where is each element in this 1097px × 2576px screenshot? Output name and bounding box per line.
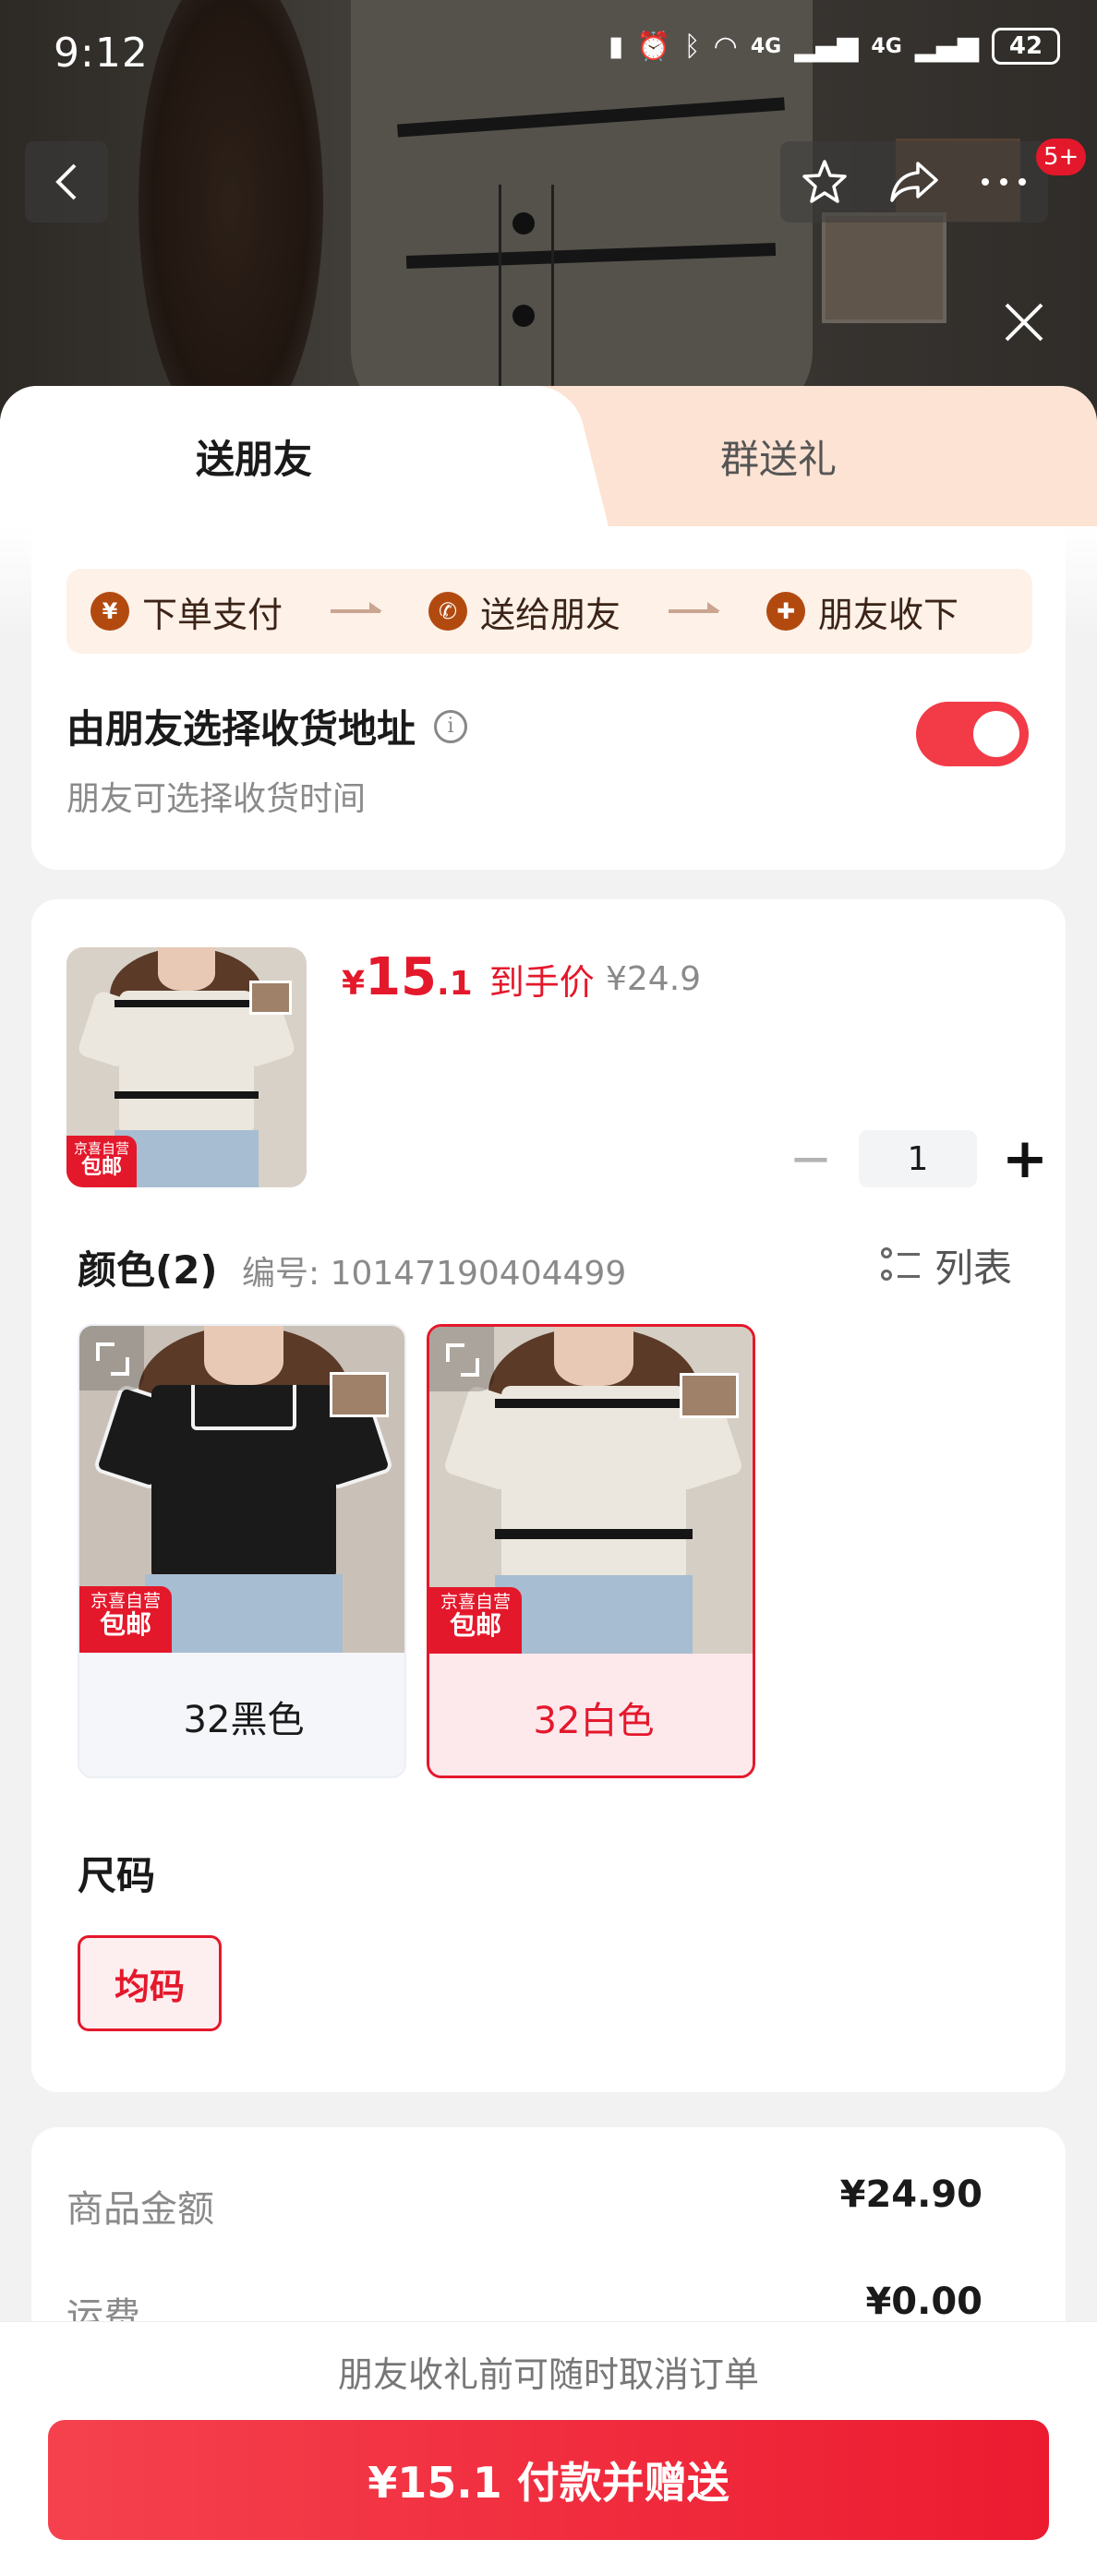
product-card: 京喜自营 包邮 ¥ 15 .1 到手价 ¥24.9 − 1 + 颜色(2) 编号…: [31, 899, 1066, 2092]
tag-bottom: 包邮: [449, 1609, 501, 1641]
friend-address-toggle[interactable]: [916, 702, 1029, 766]
pay-and-gift-button[interactable]: ¥15.1 付款并赠送: [48, 2420, 1049, 2540]
status-bar: 9:12 ▮ ⏰ ᛒ ◠ 4G ▂▄▆ 4G ▂▄▆ 42: [0, 0, 1097, 102]
tag-bottom: 包邮: [99, 1608, 151, 1640]
gift-sheet: 送朋友 群送礼 ¥ 下单支付 ✆ 送给朋友 ✚ 朋友收下 由朋友选择收货地址 i…: [0, 386, 1097, 2576]
price-label: 到手价: [488, 962, 595, 1003]
price-row: ¥ 15 .1 到手价: [342, 947, 595, 1007]
back-button[interactable]: [25, 141, 108, 223]
signal-bars-icon: ▂▄▆: [914, 30, 979, 63]
tab-label: 送朋友: [196, 436, 313, 482]
signal-1: 4G: [750, 34, 782, 58]
tab-label: 群送礼: [720, 436, 838, 482]
price-currency: ¥: [342, 965, 366, 1003]
flow-step-receive: ✚ 朋友收下: [766, 586, 958, 637]
flow-step-label: 朋友收下: [818, 594, 959, 635]
flow-step-label: 送给朋友: [480, 594, 621, 635]
list-view-label: 列表: [934, 1246, 1013, 1291]
star-icon[interactable]: [801, 158, 849, 206]
toggle-knob: [973, 711, 1019, 757]
gift-flow-steps: ¥ 下单支付 ✆ 送给朋友 ✚ 朋友收下: [66, 569, 1032, 654]
tag-top: 京喜自营: [90, 1591, 161, 1611]
gift-icon: ✚: [766, 592, 806, 631]
color-title: 颜色(2): [78, 1247, 218, 1293]
goods-amount-label: 商品金额: [66, 2188, 214, 2231]
signal-bars-icon: ▂▄▆: [794, 30, 859, 63]
tag-bottom: 包邮: [80, 1155, 122, 1179]
gift-options-card: ¥ 下单支付 ✆ 送给朋友 ✚ 朋友收下 由朋友选择收货地址 i 朋友可选择收货…: [31, 526, 1066, 870]
shipping-value: ¥0.00: [865, 2281, 982, 2323]
sku-option-black[interactable]: 京喜自营 包邮 32黑色: [78, 1324, 406, 1778]
header-actions: [780, 141, 1048, 223]
notification-badge: 5+: [1036, 138, 1087, 175]
yuan-icon: ¥: [90, 592, 129, 631]
cancel-note: 朋友收礼前可随时取消订单: [337, 2354, 759, 2395]
product-code: 编号: 10147190404499: [242, 1255, 627, 1293]
jd-freeship-tag: 京喜自营 包邮: [429, 1587, 522, 1654]
tab-send-friend[interactable]: 送朋友: [0, 386, 554, 526]
price-integer: 15: [365, 947, 437, 1007]
sku-label: 32黑色: [79, 1653, 404, 1776]
status-icons: ▮ ⏰ ᛒ ◠ 4G ▂▄▆ 4G ▂▄▆ 42: [609, 28, 1060, 65]
nfc-icon: ▮: [608, 30, 624, 63]
product-thumbnail[interactable]: 京喜自营 包邮: [66, 947, 307, 1187]
more-icon[interactable]: [980, 176, 1028, 187]
flow-step-label: 下单支付: [142, 594, 283, 635]
arrow-right-icon: [669, 602, 721, 613]
friend-address-label: 由朋友选择收货地址: [66, 706, 416, 752]
battery-level: 42: [1008, 32, 1043, 60]
quantity-stepper: − 1 +: [783, 1126, 1053, 1191]
size-title: 尺码: [78, 1853, 156, 1898]
tag-top: 京喜自营: [440, 1592, 511, 1612]
sku-image: 京喜自营 包邮: [79, 1326, 404, 1653]
price-decimal: .1: [437, 965, 473, 1003]
expand-icon[interactable]: [429, 1327, 494, 1391]
bluetooth-icon: ᛒ: [683, 30, 701, 63]
list-icon: [881, 1246, 920, 1284]
signal-2: 4G: [871, 34, 902, 58]
close-icon[interactable]: [995, 297, 1053, 355]
goods-amount-value: ¥24.90: [839, 2173, 982, 2216]
sku-label: 32白色: [429, 1654, 753, 1776]
size-option-one-size[interactable]: 均码: [78, 1935, 222, 2031]
sku-option-white[interactable]: 京喜自营 包邮 32白色: [427, 1324, 755, 1778]
decrease-button[interactable]: −: [783, 1129, 838, 1189]
battery-icon: 42: [992, 28, 1060, 65]
tab-bar: 送朋友 群送礼: [0, 386, 1097, 526]
info-icon[interactable]: i: [434, 709, 468, 743]
friend-address-title: 由朋友选择收货地址 i: [66, 698, 468, 754]
sku-image: 京喜自营 包邮: [429, 1327, 753, 1654]
list-view-button[interactable]: 列表: [881, 1237, 1012, 1294]
alarm-icon: ⏰: [636, 30, 671, 63]
expand-icon[interactable]: [79, 1326, 144, 1390]
chevron-left-icon: [55, 163, 77, 200]
flow-step-pay: ¥ 下单支付: [90, 586, 283, 637]
quantity-value[interactable]: 1: [859, 1130, 977, 1187]
arrow-right-icon: [331, 602, 383, 613]
wifi-icon: ◠: [713, 30, 738, 63]
jd-freeship-tag: 京喜自营 包邮: [79, 1586, 172, 1653]
tab-group-gift[interactable]: 群送礼: [720, 386, 837, 526]
share-icon[interactable]: [888, 158, 940, 206]
checkout-bar: 朋友收礼前可随时取消订单 ¥15.1 付款并赠送: [0, 2321, 1097, 2576]
tag-top: 京喜自营: [73, 1140, 129, 1157]
increase-button[interactable]: +: [997, 1126, 1053, 1191]
jd-freeship-tag: 京喜自营 包邮: [66, 1136, 137, 1187]
friend-address-subtitle: 朋友可选择收货时间: [66, 780, 367, 818]
status-time: 9:12: [54, 30, 149, 77]
wechat-icon: ✆: [428, 592, 468, 631]
flow-step-send: ✆ 送给朋友: [428, 586, 621, 637]
original-price: ¥24.9: [606, 960, 702, 998]
